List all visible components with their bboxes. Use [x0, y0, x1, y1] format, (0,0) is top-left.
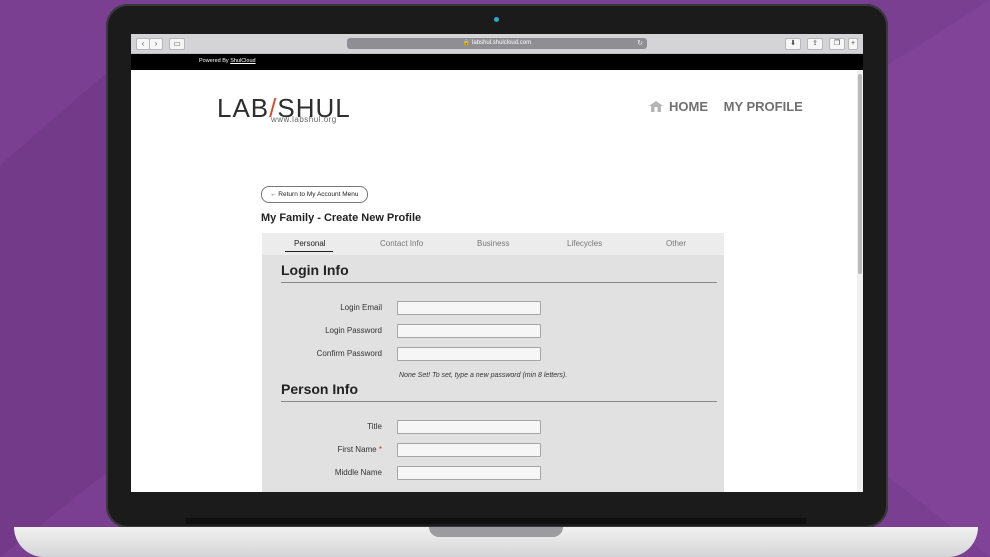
nav-home[interactable]: HOME	[649, 99, 708, 114]
powered-by-prefix: Powered By	[199, 58, 229, 64]
login-email-label: Login Email	[340, 303, 382, 312]
new-tab-icon[interactable]: +	[848, 38, 858, 50]
shulcloud-link[interactable]: ShulCloud	[230, 58, 255, 64]
first-name-label-text: First Name	[337, 445, 377, 454]
address-url: labshul.shulcloud.com	[472, 40, 532, 46]
laptop-notch	[429, 527, 563, 537]
login-info-divider	[281, 282, 717, 283]
top-navigation: HOME MY PROFILE	[649, 99, 815, 114]
logo-url: www.labshul.org	[271, 115, 337, 124]
nav-my-profile[interactable]: MY PROFILE	[724, 99, 803, 114]
first-name-label: First Name *	[262, 445, 382, 454]
middle-name-field[interactable]	[397, 466, 541, 480]
tab-contact-info[interactable]: Contact Info	[380, 239, 423, 248]
password-note: None Set! To set, type a new password (m…	[399, 372, 568, 379]
login-password-field[interactable]	[397, 324, 541, 338]
title-field[interactable]	[397, 420, 541, 434]
active-tab-indicator	[285, 251, 333, 252]
tabs-icon[interactable]: ❐	[829, 38, 845, 50]
camera-icon	[494, 17, 499, 22]
tab-lifecycles[interactable]: Lifecycles	[567, 239, 602, 248]
laptop-hinge	[186, 518, 806, 524]
sidebar-icon[interactable]: ▭	[169, 38, 185, 50]
confirm-password-label: Confirm Password	[316, 349, 382, 358]
page-content: LAB/SHUL www.labshul.org HOME MY PROFILE…	[131, 70, 857, 492]
login-email-field[interactable]	[397, 301, 541, 315]
tab-personal[interactable]: Personal	[294, 239, 326, 248]
home-icon	[649, 101, 663, 112]
share-icon[interactable]: ⇪	[807, 38, 823, 50]
logo-left: LAB	[217, 93, 270, 123]
powered-by-text: Powered By ShulCloud	[199, 58, 256, 64]
title-label: Title	[367, 422, 382, 431]
return-to-account-button[interactable]: ← Return to My Account Menu	[261, 186, 368, 203]
browser-screen: ‹ › ▭ 🔒 labshul.shulcloud.com ↻ ⬇ ⇪ ❐ + …	[131, 34, 863, 492]
person-info-divider	[281, 401, 717, 402]
download-icon[interactable]: ⬇	[785, 38, 801, 50]
address-bar[interactable]: 🔒 labshul.shulcloud.com ↻	[347, 38, 647, 49]
scrollbar-thumb[interactable]	[858, 74, 862, 274]
reload-icon[interactable]: ↻	[637, 38, 643, 49]
first-name-field[interactable]	[397, 443, 541, 457]
chevron-left-icon[interactable]: ‹	[136, 38, 150, 50]
middle-name-label: Middle Name	[334, 468, 382, 477]
login-info-title: Login Info	[281, 262, 349, 278]
powered-by-bar: Powered By ShulCloud	[131, 54, 863, 70]
nav-home-label: HOME	[669, 99, 708, 114]
browser-toolbar: ‹ › ▭ 🔒 labshul.shulcloud.com ↻ ⬇ ⇪ ❐ +	[131, 34, 863, 54]
tab-other[interactable]: Other	[666, 239, 686, 248]
profile-tabs: Personal Contact Info Business Lifecycle…	[262, 233, 724, 255]
page-title: My Family - Create New Profile	[261, 212, 422, 224]
chevron-right-icon[interactable]: ›	[149, 38, 163, 50]
tab-business[interactable]: Business	[477, 239, 509, 248]
login-password-label: Login Password	[325, 326, 382, 335]
form-panel: Login Info Login Email Login Password Co…	[262, 255, 724, 492]
lock-icon: 🔒	[462, 40, 471, 46]
person-info-title: Person Info	[281, 381, 359, 397]
page-scrollbar[interactable]	[857, 70, 863, 492]
required-marker: *	[378, 445, 382, 454]
confirm-password-field[interactable]	[397, 347, 541, 361]
